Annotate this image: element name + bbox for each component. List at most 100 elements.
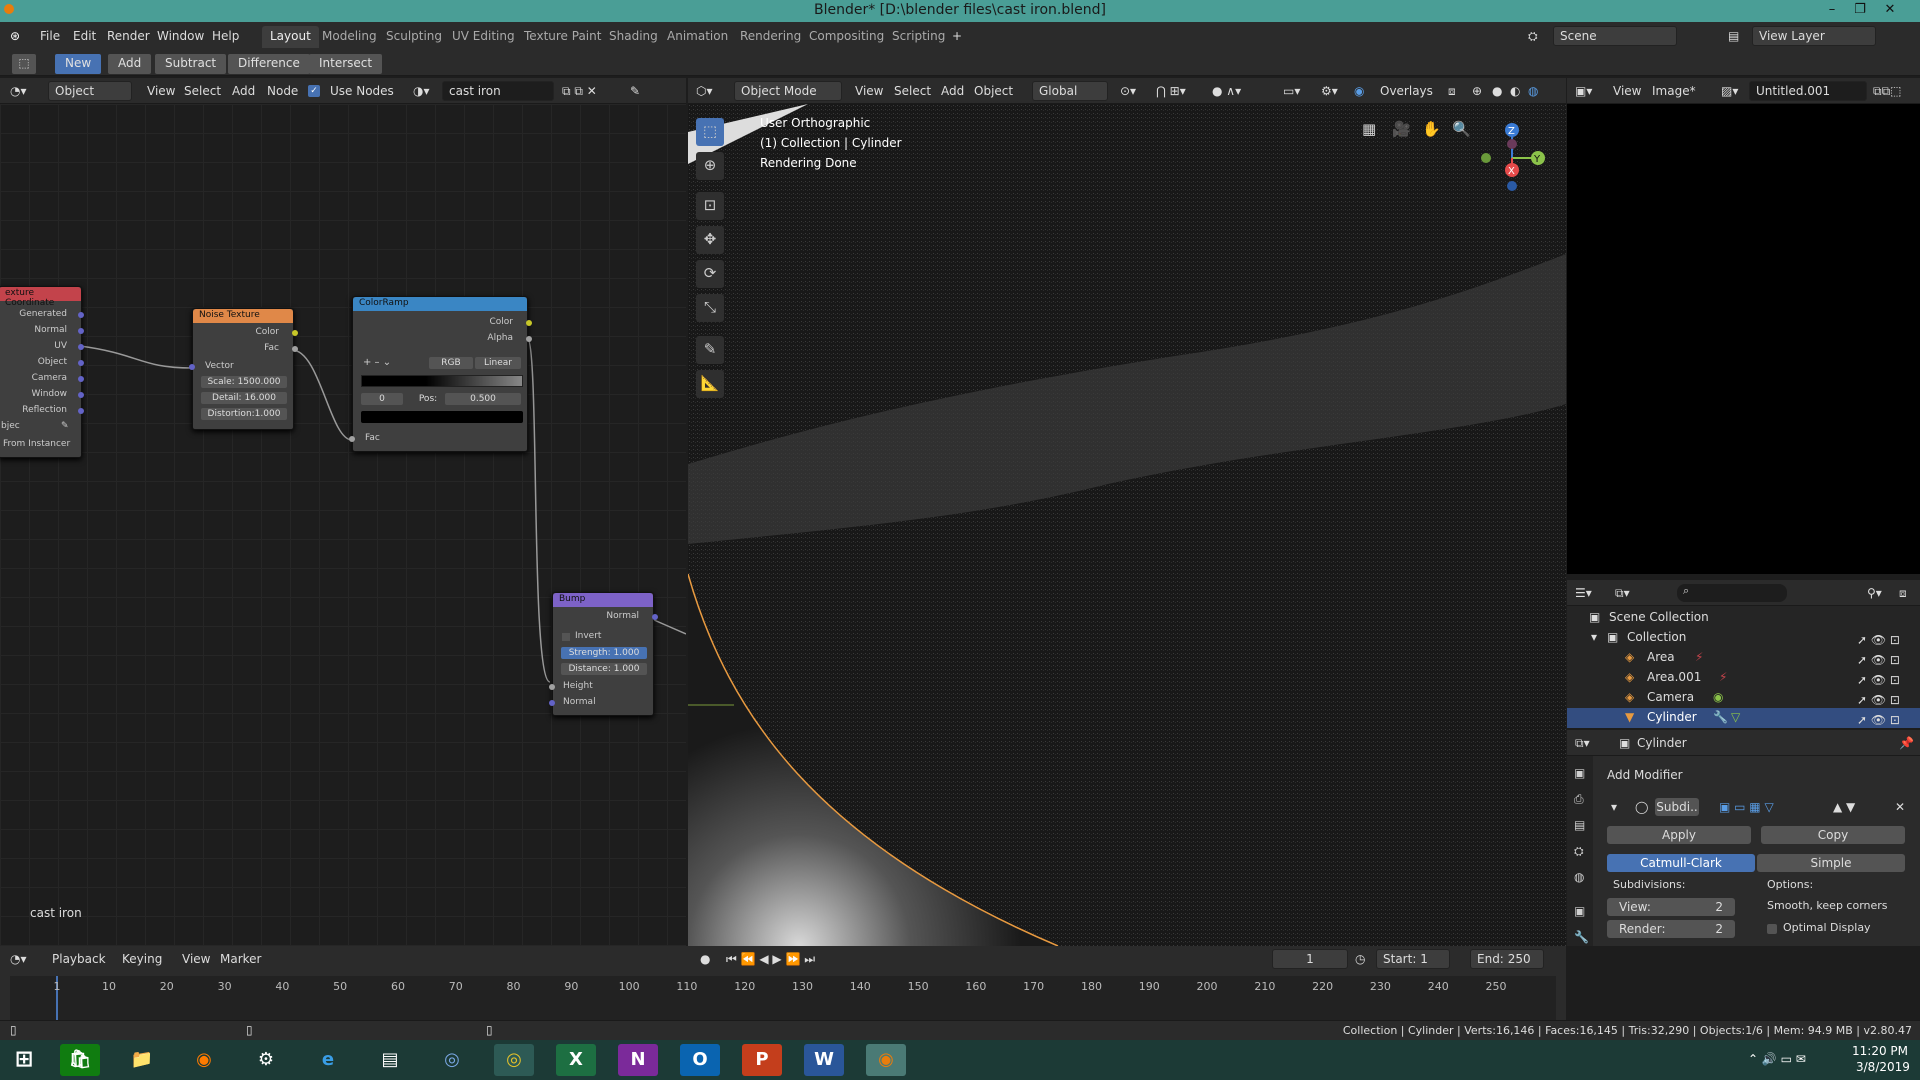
steam-icon[interactable]: ⚙ [246, 1044, 286, 1076]
firefox-icon[interactable]: ◉ [184, 1044, 224, 1076]
viewport-menu-select[interactable]: Select [894, 84, 931, 98]
render-levels-field[interactable]: Render: 2 [1607, 920, 1735, 938]
scene-selector[interactable]: Scene [1553, 26, 1677, 46]
bump-strength-field[interactable]: Strength: 1.000 [561, 647, 647, 659]
chrome-canary-icon[interactable]: ◎ [432, 1044, 472, 1076]
maximize-button[interactable]: ❐ [1846, 0, 1874, 22]
file-explorer-icon[interactable]: 📁 [122, 1044, 162, 1076]
gizmo-icon[interactable]: ⚙▾ [1321, 84, 1338, 98]
outliner-search-field[interactable]: ⌕ [1677, 584, 1787, 602]
pivot-icon[interactable]: ⊙▾ [1120, 84, 1136, 98]
word-icon[interactable]: W [804, 1044, 844, 1076]
current-frame-field[interactable]: 1 [1272, 949, 1348, 969]
move-tool-icon[interactable]: ✥ [696, 226, 724, 254]
view-object-types-icon[interactable]: ▭▾ [1283, 84, 1300, 98]
visibility-icons[interactable]: ➚ 👁 ⊡ ➚ 👁 ⊡ ➚ 👁 ⊡ ➚ 👁 ⊡ ➚ 👁 ⊡ [1857, 630, 1900, 730]
proportional-edit-icon[interactable]: ● ∧▾ [1212, 84, 1241, 98]
bump-invert-checkbox[interactable] [562, 633, 570, 641]
material-copy-icon[interactable]: ⧉ ⧉ ✕ [562, 84, 597, 99]
render-tab-icon[interactable]: ▣ [1574, 766, 1585, 780]
object-mode-selector[interactable]: Object Mode [734, 81, 842, 101]
annotate-tool-icon[interactable]: ✎ [696, 336, 724, 364]
windows-app-icon[interactable]: ▤ [370, 1044, 410, 1076]
new-collection-icon[interactable]: ⧈ [1899, 586, 1907, 601]
ramp-stop-index[interactable]: 0 [361, 393, 403, 405]
mode-add-button[interactable]: Add [108, 54, 152, 74]
outliner-filter-icon[interactable]: ⚲▾ [1867, 586, 1882, 600]
remove-modifier-icon[interactable]: ✕ [1895, 800, 1905, 814]
blender-taskbar-icon[interactable]: ◉ [866, 1044, 906, 1076]
outliner-item-area-001[interactable]: Area.001 [1647, 670, 1701, 684]
texcoord-object-field[interactable]: bjec [1, 421, 20, 431]
expand-arrow-icon[interactable]: ▾ [1591, 630, 1597, 644]
menu-help[interactable]: Help [212, 29, 239, 43]
store-app-icon[interactable]: 🛍 [60, 1044, 100, 1076]
overlays-icon[interactable]: ◉ [1354, 84, 1364, 98]
powerpoint-icon[interactable]: P [742, 1044, 782, 1076]
ramp-pos-field[interactable]: 0.500 [445, 393, 521, 405]
end-frame-field[interactable]: End: 250 [1470, 949, 1544, 969]
uv-smooth-dropdown[interactable]: Smooth, keep corners [1767, 899, 1888, 912]
windows-start-icon[interactable]: ⊞ [4, 1044, 44, 1076]
3d-viewport[interactable]: User Orthographic (1) Collection | Cylin… [688, 104, 1566, 946]
workspace-tab-uv-editing[interactable]: UV Editing [444, 26, 523, 48]
eyedropper-icon[interactable]: ✎ [61, 421, 69, 431]
chrome-icon[interactable]: ◎ [494, 1044, 534, 1076]
viewport-editor-type-icon[interactable]: ⬡▾ [696, 84, 713, 98]
camera-view-icon[interactable]: 🎥 [1392, 120, 1411, 138]
timeline-menu-marker[interactable]: Marker [220, 952, 261, 966]
outliner-type-icon[interactable]: ☰▾ [1575, 586, 1592, 600]
blender-menu-icon[interactable]: ⊛ [10, 29, 20, 43]
timeline-menu-playback[interactable]: Playback [52, 952, 106, 966]
ramp-add-stop-icon[interactable]: + – ⌄ [363, 357, 391, 368]
viewport-menu-object[interactable]: Object [974, 84, 1013, 98]
transform-tool-icon[interactable]: ⊡ [696, 192, 724, 220]
shader-type-selector[interactable]: Object [48, 81, 132, 101]
timeline-menu-view[interactable]: View [182, 952, 210, 966]
noise-distortion-field[interactable]: Distortion:1.000 [201, 408, 287, 420]
optimal-display-checkbox[interactable] [1767, 924, 1777, 934]
select-tool-icon[interactable]: ⬚ [696, 118, 724, 146]
mode-new-button[interactable]: New [55, 54, 102, 74]
image-menu-view[interactable]: View [1613, 84, 1641, 98]
colorramp-node[interactable]: ColorRamp Color Alpha + – ⌄ RGB Linear 0… [349, 296, 532, 452]
playback-controls[interactable]: ⏮ ⏪ ◀ ▶ ⏩ ⏭ [726, 952, 815, 967]
image-browse-icon[interactable]: ▨▾ [1721, 84, 1738, 98]
workspace-tab-compositing[interactable]: Compositing [801, 26, 892, 48]
noise-texture-node[interactable]: Noise Texture Color Fac Vector Scale: 15… [189, 308, 298, 430]
menu-file[interactable]: File [40, 29, 60, 43]
bump-node[interactable]: Bump Normal Invert Strength: 1.000 Dista… [549, 592, 658, 716]
use-nodes-checkbox[interactable]: ✓ [308, 85, 320, 97]
object-tab-icon[interactable]: ▣ [1574, 904, 1585, 918]
modifier-toggle-icons[interactable]: ▣ ▭ ▦ ▽ [1719, 800, 1774, 814]
xray-icon[interactable]: ⧈ [1448, 84, 1456, 99]
node-menu-add[interactable]: Add [232, 84, 255, 98]
workspace-tab-layout[interactable]: Layout [262, 26, 319, 48]
overlays-dropdown[interactable]: Overlays [1380, 84, 1433, 98]
noise-scale-field[interactable]: Scale: 1500.000 [201, 376, 287, 388]
excel-icon[interactable]: X [556, 1044, 596, 1076]
image-editor-type-icon[interactable]: ▣▾ [1575, 84, 1592, 98]
apply-button[interactable]: Apply [1607, 826, 1751, 844]
noise-detail-field[interactable]: Detail: 16.000 [201, 392, 287, 404]
from-instancer-checkbox[interactable]: From Instancer [3, 439, 70, 449]
outlook-icon[interactable]: O [680, 1044, 720, 1076]
snap-icon[interactable]: ⋂ ⊞▾ [1156, 84, 1186, 98]
outliner-item-area[interactable]: Area [1647, 650, 1675, 664]
image-menu-image[interactable]: Image* [1652, 84, 1696, 98]
catmull-clark-button[interactable]: Catmull-Clark [1607, 854, 1755, 872]
mode-intersect-button[interactable]: Intersect [309, 54, 383, 74]
image-name-field[interactable]: Untitled.001 [1749, 81, 1867, 101]
ramp-stop-color[interactable] [361, 411, 523, 423]
workspace-tab-sculpting[interactable]: Sculpting [378, 26, 450, 48]
minimize-button[interactable]: – [1818, 0, 1846, 22]
menu-render[interactable]: Render [107, 29, 150, 43]
ramp-interpolation[interactable]: Linear [475, 357, 521, 369]
display-mode-icon[interactable]: ⧉▾ [1615, 586, 1630, 601]
workspace-tab-shading[interactable]: Shading [601, 26, 666, 48]
timeline-menu-keying[interactable]: Keying [122, 952, 162, 966]
pin-icon[interactable]: 📌 [1899, 736, 1914, 750]
timeline-track[interactable]: 1 10 20 30 40 50 60 70 80 90 100 110 120 130 140 150 160… [10, 976, 1556, 1020]
modifier-tab-icon[interactable]: 🔧 [1574, 930, 1589, 944]
mode-difference-button[interactable]: Difference [228, 54, 310, 74]
